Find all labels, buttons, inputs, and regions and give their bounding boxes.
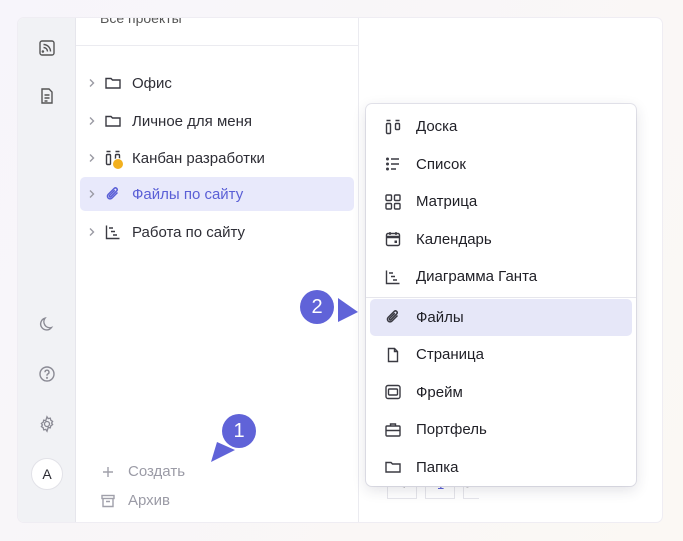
menu-separator <box>366 296 636 298</box>
menu-item-label: Папка <box>416 458 459 476</box>
tree-header: Все проекты <box>76 18 359 46</box>
archive-icon <box>101 494 115 507</box>
callout-number: 2 <box>311 295 323 318</box>
menu-item-matrix[interactable]: Матрица <box>370 183 632 221</box>
moon-icon[interactable] <box>37 314 57 334</box>
folder-icon <box>105 115 121 127</box>
paperclip-icon <box>386 310 399 323</box>
menu-item-folder[interactable]: Папка <box>370 449 632 487</box>
menu-item-label: Календарь <box>416 230 492 248</box>
menu-item-label: Список <box>416 155 466 173</box>
calendar-icon <box>385 232 401 247</box>
settings-icon[interactable] <box>37 414 57 434</box>
callout-badge-2: 2 <box>300 290 334 324</box>
tree-item-site-work[interactable]: Работа по сайту <box>80 215 354 249</box>
chevron-right-icon[interactable] <box>86 115 98 127</box>
briefcase-icon <box>385 423 401 437</box>
feed-icon[interactable] <box>37 38 57 58</box>
avatar-letter: A <box>42 466 52 482</box>
chevron-right-icon[interactable] <box>86 77 98 89</box>
create-button[interactable]: Создать <box>100 463 185 480</box>
folder-icon <box>385 462 401 473</box>
menu-item-label: Страница <box>416 346 484 364</box>
tree-item-label: Канбан разработки <box>132 149 265 167</box>
help-icon[interactable] <box>37 364 57 384</box>
menu-item-board[interactable]: Доска <box>370 108 632 146</box>
menu-item-label: Фрейм <box>416 383 463 401</box>
menu-item-label: Матрица <box>416 193 478 211</box>
chevron-right-icon[interactable] <box>86 152 98 164</box>
star-badge-icon <box>112 158 124 170</box>
gantt-icon <box>385 270 400 284</box>
tree-item-site-files[interactable]: Файлы по сайту <box>80 177 354 211</box>
menu-item-label: Доска <box>416 118 458 136</box>
tree-item-label: Работа по сайту <box>132 223 246 241</box>
tree-item-label: Файлы по сайту <box>132 185 244 203</box>
tree-item-kanban[interactable]: Канбан разработки <box>80 141 354 175</box>
menu-item-calendar[interactable]: Календарь <box>370 221 632 259</box>
menu-item-label: Файлы <box>416 308 464 326</box>
menu-item-files[interactable]: Файлы <box>370 298 632 336</box>
folder-icon <box>105 77 121 89</box>
callout-number: 1 <box>233 419 245 442</box>
chevron-right-icon[interactable] <box>86 226 98 238</box>
chevron-right-icon[interactable] <box>86 188 98 200</box>
archive-button[interactable]: Архив <box>100 492 170 509</box>
create-view-menu: Доска Список Матрица Календарь Диаграмма… <box>366 104 636 486</box>
list-icon <box>386 157 399 171</box>
menu-item-list[interactable]: Список <box>370 146 632 184</box>
tree-header-text: Все проекты <box>100 18 182 26</box>
archive-label: Архив <box>128 492 171 509</box>
matrix-icon <box>385 194 401 210</box>
tree-item-label: Личное для меня <box>132 112 253 130</box>
paperclip-icon <box>106 187 119 200</box>
create-label: Создать <box>128 463 186 480</box>
board-icon <box>385 119 401 134</box>
menu-item-label: Портфель <box>416 421 487 439</box>
avatar[interactable]: A <box>31 458 63 490</box>
gantt-icon <box>105 225 120 240</box>
tree-item-office[interactable]: Офис <box>80 66 354 100</box>
tree-item-label: Офис <box>132 74 172 92</box>
plus-icon <box>103 466 113 477</box>
frame-icon <box>385 385 401 400</box>
board-icon <box>104 149 124 170</box>
menu-item-portfolio[interactable]: Портфель <box>370 411 632 449</box>
document-icon[interactable] <box>37 86 57 106</box>
callout-badge-1: 1 <box>222 414 256 448</box>
page-icon <box>387 347 399 362</box>
menu-item-page[interactable]: Страница <box>370 336 632 374</box>
menu-item-gantt[interactable]: Диаграмма Ганта <box>370 258 632 296</box>
left-rail: A <box>18 18 76 522</box>
tree-item-personal[interactable]: Личное для меня <box>80 104 354 138</box>
menu-item-frame[interactable]: Фрейм <box>370 374 632 412</box>
menu-item-label: Диаграмма Ганта <box>416 268 538 286</box>
